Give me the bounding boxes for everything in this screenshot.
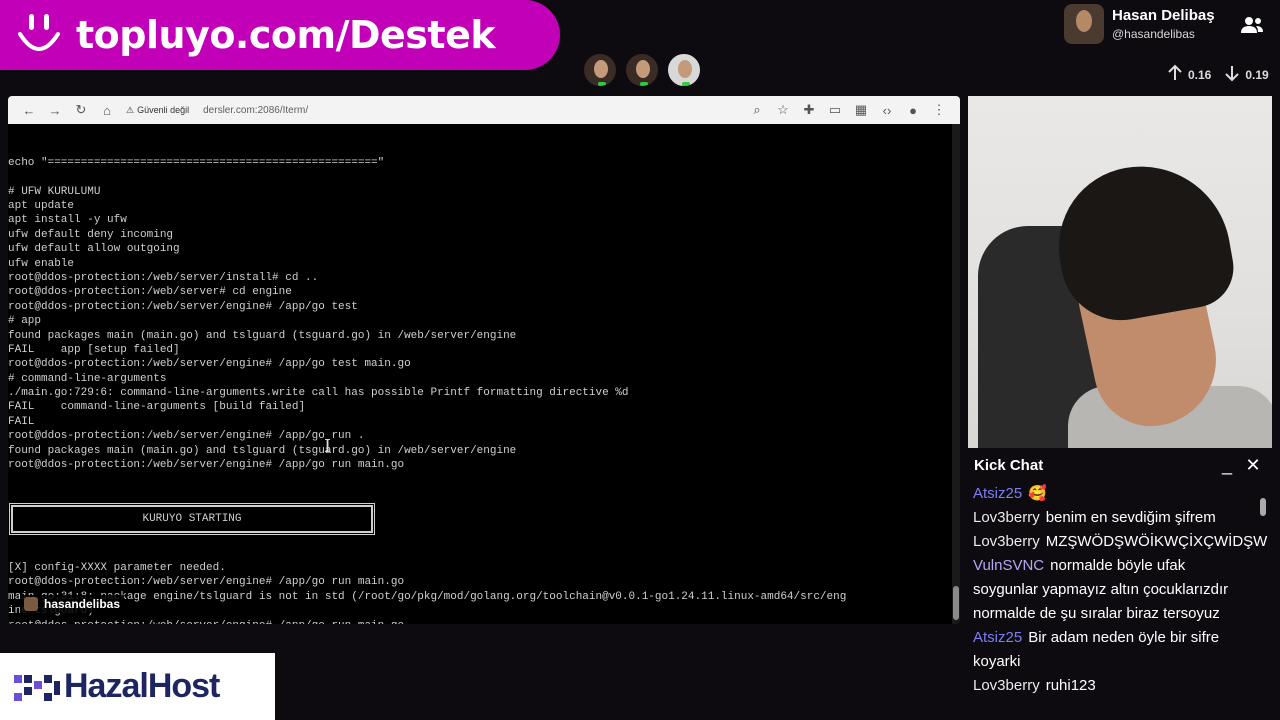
terminal-line: root@ddos-protection:/web/server/engine#… <box>8 430 365 443</box>
terminal-line: [X] config-XXXX parameter needed. <box>8 562 226 575</box>
terminal-line: apt update <box>8 199 75 212</box>
chat-scrollbar[interactable] <box>1260 498 1266 708</box>
terminal-line: main.go:31:8: package engine/tslguard is… <box>8 590 847 603</box>
security-warning[interactable]: ⚠ Güvenli değil <box>126 105 189 116</box>
terminal-scrollbar[interactable] <box>952 124 960 624</box>
terminal-line: root@ddos-protection:/web/server/engine#… <box>8 576 405 589</box>
arrow-up-icon <box>1166 64 1184 85</box>
arrow-down-icon <box>1223 64 1241 85</box>
chat-username[interactable]: VulnSVNC <box>973 557 1044 574</box>
avatar <box>666 52 702 88</box>
warning-icon: ⚠ <box>126 104 135 115</box>
sponsor-logo: HazalHost <box>0 653 275 720</box>
bookmark-star-icon[interactable]: ☆ <box>770 99 796 121</box>
chat-message: Atsiz25 Bir adam neden öyle bir sifre koy… <box>973 626 1254 674</box>
terminal-line: found packages main (main.go) and tslgua… <box>8 444 517 457</box>
reading-mode-icon[interactable]: ▭ <box>822 99 848 121</box>
avatar <box>624 52 660 88</box>
webcam-feed <box>968 96 1272 448</box>
terminal-line: apt install -y ufw <box>8 214 127 227</box>
chat-title: Kick Chat <box>974 456 1044 474</box>
chat-message: Lov3berry benim en sevdiğim şifrem <box>973 506 1254 530</box>
startup-box: KURUYO STARTING <box>9 503 375 536</box>
network-stats: 0.16 0.19 <box>1166 64 1277 85</box>
chat-username[interactable]: Lov3berry <box>973 509 1040 526</box>
forward-icon[interactable]: → <box>42 99 68 121</box>
chat-username[interactable]: Atsiz25 <box>973 629 1022 646</box>
extensions-icon[interactable]: ✚ <box>796 99 822 121</box>
chat-username[interactable]: Lov3berry <box>973 533 1040 550</box>
terminal-line: # UFW KURULUMU <box>8 185 101 198</box>
upload-value: 0.16 <box>1188 67 1212 82</box>
streamer-handle: @hasandelibas <box>1112 27 1195 41</box>
close-icon[interactable]: ✕ <box>1240 452 1266 478</box>
sponsor-banner: topluyo.com/Destek <box>0 0 560 70</box>
terminal-line: root@ddos-protection:/web/server/engine#… <box>8 300 358 313</box>
devtools-icon[interactable]: ‹› <box>874 99 900 121</box>
chat-message: VulnSVNC normalde böyle ufak soygunlar ya… <box>973 554 1254 626</box>
address-bar[interactable]: ⚠ Güvenli değil dersler.com:2086/Iterm/ <box>126 100 744 120</box>
terminal-line: ufw enable <box>8 257 75 270</box>
terminal-line: echo "==================================… <box>8 156 385 169</box>
back-icon[interactable]: ← <box>16 99 42 121</box>
sponsor-brand: HazalHost <box>64 667 220 705</box>
streamer-info: Hasan Delibaş @hasandelibas <box>1064 4 1263 44</box>
browser-toolbar: ← → ↻ ⌂ ⚠ Güvenli değil dersler.com:2086… <box>8 96 960 124</box>
terminal-line: # app <box>8 315 42 328</box>
zoom-icon[interactable]: ⌕ <box>744 99 770 121</box>
reload-icon[interactable]: ↻ <box>68 99 94 121</box>
terminal-line: FAIL app [setup failed] <box>8 343 180 356</box>
text-cursor-icon: I <box>324 436 332 457</box>
terminal-output[interactable]: echo "==================================… <box>8 124 952 624</box>
terminal-line: FAIL <box>8 415 35 428</box>
chat-message: Lov3berry ruhi123 <box>973 674 1254 698</box>
chat-username[interactable]: Atsiz25 <box>973 485 1022 502</box>
url-text: dersler.com:2086/Iterm/ <box>203 104 309 116</box>
home-icon[interactable]: ⌂ <box>94 99 120 121</box>
startup-box-line: KURUYO STARTING <box>8 501 952 536</box>
terminal-line: root@ddos-protection:/web/server/engine#… <box>8 459 405 472</box>
terminal-line: root@ddos-protection:/web/server# cd eng… <box>8 286 292 299</box>
streamer-name: Hasan Delibaş <box>1112 7 1215 24</box>
chat-text: ruhi123 <box>1045 677 1096 694</box>
chat-panel: Kick Chat _ ✕ Atsiz25 🥰 Lov3berry benim en … <box>968 448 1272 720</box>
terminal-line: ufw default deny incoming <box>8 228 174 241</box>
streamer-avatar <box>1064 4 1104 44</box>
minimize-icon[interactable]: _ <box>1214 452 1240 478</box>
hazalhost-logo-icon <box>10 667 66 707</box>
chat-message: Lov3berry MZŞWÖDŞWÖİKWÇİXÇWİDŞW <box>973 530 1267 554</box>
profile-icon[interactable]: ● <box>900 99 926 121</box>
apps-icon[interactable]: ▦ <box>848 99 874 121</box>
terminal-line: # command-line-arguments <box>8 372 167 385</box>
chat-text: MZŞWÖDŞWÖİKWÇİXÇWİDŞW <box>1045 533 1268 550</box>
people-icon[interactable] <box>1240 16 1264 39</box>
menu-icon[interactable]: ⋮ <box>926 99 952 121</box>
terminal-line: FAIL command-line-arguments [build faile… <box>8 401 306 414</box>
chat-messages: Atsiz25 🥰 Lov3berry benim en sevdiğim şifre… <box>968 482 1272 698</box>
terminal-line: root@ddos-protection:/web/server/engine#… <box>8 619 952 624</box>
user-overlay: hasandelibas <box>20 595 125 613</box>
chat-message: Atsiz25 🥰 <box>973 482 1254 506</box>
terminal-line: ./main.go:729:6: command-line-arguments.… <box>8 387 629 400</box>
download-value: 0.19 <box>1245 67 1269 82</box>
smiley-icon <box>16 12 62 58</box>
chat-username[interactable]: Lov3berry <box>973 677 1040 694</box>
viewer-avatars <box>582 52 702 88</box>
chat-text: benim en sevdiğim şifrem <box>1045 509 1216 526</box>
terminal-line: root@ddos-protection:/web/server/engine#… <box>8 358 411 371</box>
terminal-lines: echo "==================================… <box>8 156 952 473</box>
chat-header: Kick Chat _ ✕ <box>968 448 1272 482</box>
terminal-line: found packages main (main.go) and tslgua… <box>8 329 517 342</box>
terminal-lines: [X] config-XXXX parameter needed. root@dd… <box>8 561 952 624</box>
browser-window: ← → ↻ ⌂ ⚠ Güvenli değil dersler.com:2086… <box>8 96 960 624</box>
terminal-line: ine/tslguard) <box>8 604 952 618</box>
banner-url: topluyo.com/Destek <box>76 13 496 57</box>
avatar <box>582 52 618 88</box>
terminal-line: ufw default allow outgoing <box>8 243 180 256</box>
terminal-line: root@ddos-protection:/web/server/install… <box>8 271 319 284</box>
chat-text: 🥰 <box>1028 485 1047 502</box>
avatar <box>24 597 38 611</box>
